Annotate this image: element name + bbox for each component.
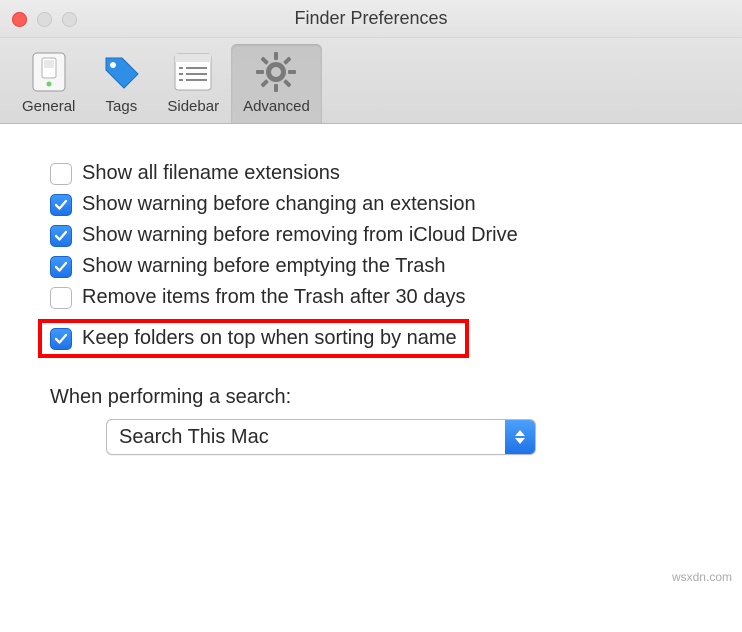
option-row: Show warning before removing from iCloud… <box>50 224 712 247</box>
tab-label: Sidebar <box>167 98 219 115</box>
gear-icon <box>254 50 298 94</box>
highlighted-option: Keep folders on top when sorting by name <box>38 319 469 358</box>
option-row: Show warning before changing an extensio… <box>50 193 712 216</box>
tab-label: General <box>22 98 75 115</box>
tab-label: Tags <box>106 98 138 115</box>
option-label: Remove items from the Trash after 30 day… <box>82 286 466 309</box>
option-row: Show warning before emptying the Trash <box>50 255 712 278</box>
search-section-label: When performing a search: <box>50 386 712 409</box>
stepper-arrows-icon <box>505 420 535 454</box>
titlebar: Finder Preferences <box>0 0 742 38</box>
option-row: Show all filename extensions <box>50 162 712 185</box>
search-scope-dropdown[interactable]: Search This Mac <box>106 419 536 455</box>
checkbox-option-0[interactable] <box>50 163 72 185</box>
window-title: Finder Preferences <box>0 8 742 29</box>
tab-advanced[interactable]: Advanced <box>231 44 322 123</box>
checkbox-option-5[interactable] <box>50 328 72 350</box>
checkbox-option-2[interactable] <box>50 225 72 247</box>
tab-sidebar[interactable]: Sidebar <box>155 44 231 123</box>
toolbar: General Tags <box>0 38 742 124</box>
tab-general[interactable]: General <box>10 44 87 123</box>
option-label: Show warning before removing from iCloud… <box>82 224 518 247</box>
dropdown-value: Search This Mac <box>107 426 505 449</box>
tag-icon <box>99 50 143 94</box>
close-window-button[interactable] <box>12 12 27 27</box>
watermark: wsxdn.com <box>672 570 732 584</box>
tab-label: Advanced <box>243 98 310 115</box>
option-label: Show all filename extensions <box>82 162 340 185</box>
option-label: Show warning before changing an extensio… <box>82 193 476 216</box>
checkbox-option-1[interactable] <box>50 194 72 216</box>
minimize-window-button[interactable] <box>37 12 52 27</box>
switch-icon <box>27 50 71 94</box>
preferences-content: Show all filename extensions Show warning… <box>0 124 742 485</box>
list-icon <box>171 50 215 94</box>
option-row: Remove items from the Trash after 30 day… <box>50 286 712 309</box>
tab-tags[interactable]: Tags <box>87 44 155 123</box>
option-label: Keep folders on top when sorting by name <box>82 327 457 350</box>
option-label: Show warning before emptying the Trash <box>82 255 446 278</box>
zoom-window-button[interactable] <box>62 12 77 27</box>
checkbox-option-3[interactable] <box>50 256 72 278</box>
checkbox-option-4[interactable] <box>50 287 72 309</box>
